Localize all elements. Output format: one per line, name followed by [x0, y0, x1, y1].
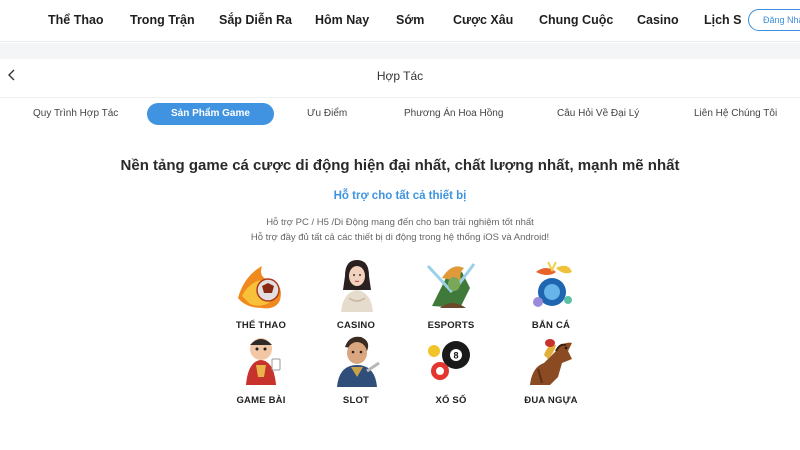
nav-item-sap-dien-ra[interactable]: Sắp Diễn Ra [219, 13, 292, 27]
separator-band [0, 43, 800, 59]
main-headline: Nền tảng game cá cược di động hiện đại n… [120, 157, 680, 174]
fire-ball-icon [238, 266, 281, 309]
game-ban-ca[interactable]: BẮN CÁ [511, 258, 591, 331]
game-label: BẮN CÁ [531, 320, 571, 331]
nav-item-trong-tran[interactable]: Trong Trận [130, 13, 195, 27]
game-label: XỔ SỐ [435, 395, 467, 406]
game-game-bai[interactable]: GAME BÀI [221, 333, 301, 406]
game-label: GAME BÀI [236, 395, 286, 406]
game-label: ESPORTS [427, 320, 475, 331]
card-game-character-icon [246, 338, 281, 385]
game-slot[interactable]: SLOT [316, 333, 396, 406]
nav-item-som[interactable]: Sớm [396, 13, 424, 27]
game-label: CASINO [336, 320, 376, 331]
support-subtitle: Hỗ trợ cho tất cả thiết bị [333, 190, 467, 202]
game-the-thao[interactable]: THỂ THAO [221, 258, 301, 331]
tab-uu-diem[interactable]: Ưu Điểm [307, 108, 347, 119]
game-esports[interactable]: ESPORTS [411, 258, 491, 331]
page-header: Hợp Tác [0, 59, 800, 93]
fish-shooting-icon [533, 261, 572, 307]
nav-item-chung-cuoc[interactable]: Chung Cuộc [539, 13, 613, 27]
lottery-balls-icon: 8 [428, 341, 470, 380]
tab-cau-hoi-ve-dai-ly[interactable]: Câu Hỏi Về Đại Lý [557, 108, 639, 119]
nav-item-casino[interactable]: Casino [637, 13, 679, 27]
game-xo-so[interactable]: 8 XỔ SỐ [411, 333, 491, 406]
tab-phuong-an-hoa-hong[interactable]: Phương Án Hoa Hồng [404, 108, 503, 119]
game-casino[interactable]: CASINO [316, 258, 396, 331]
description-line-1: Hỗ trợ PC / H5 /Di Động mang đến cho bạn… [266, 217, 534, 228]
game-label: ĐUA NGỰA [524, 395, 578, 406]
game-dua-ngua[interactable]: ĐUA NGỰA [511, 333, 591, 406]
game-label: SLOT [342, 395, 370, 406]
tab-san-pham-game[interactable]: Sản Phẩm Game [147, 103, 274, 125]
tab-quy-trinh-hop-tac[interactable]: Quy Trình Hợp Tác [33, 108, 118, 119]
tab-bar: Quy Trình Hợp Tác Sản Phẩm Game Ưu Điểm … [0, 97, 800, 131]
page-title: Hợp Tác [376, 69, 424, 83]
casino-dealer-icon [341, 260, 373, 312]
nav-item-hom-nay[interactable]: Hôm Nay [315, 13, 369, 27]
description-line-2: Hỗ trợ đầy đủ tất cả các thiết bị di độn… [250, 232, 550, 243]
svg-text:8: 8 [453, 351, 458, 361]
nav-item-lich-su[interactable]: Lịch S [704, 13, 742, 27]
esports-warrior-icon [426, 263, 476, 308]
slot-character-icon [337, 336, 380, 387]
login-button[interactable]: Đăng Nhậ [748, 9, 800, 31]
racing-horse-icon [530, 339, 572, 385]
tab-lien-he-chung-toi[interactable]: Liên Hệ Chúng Tôi [694, 108, 777, 119]
top-navigation: Thể Thao Trong Trận Sắp Diễn Ra Hôm Nay … [0, 0, 800, 42]
game-label: THỂ THAO [235, 320, 287, 331]
nav-item-the-thao[interactable]: Thể Thao [48, 13, 104, 27]
nav-item-cuoc-xau[interactable]: Cược Xâu [453, 13, 513, 27]
